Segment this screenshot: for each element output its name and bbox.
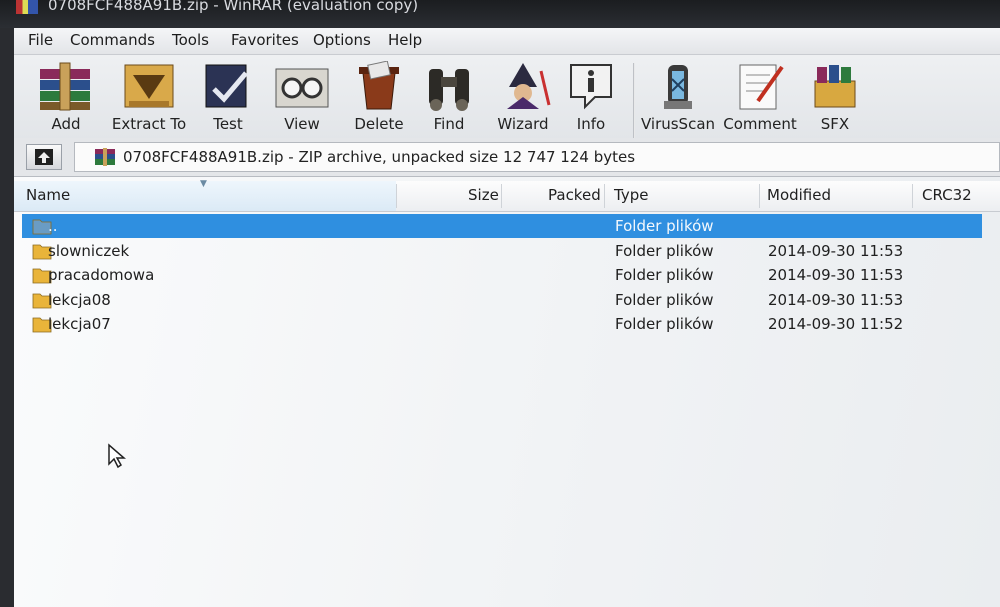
wizard-icon — [507, 63, 551, 109]
extract-to-label: Extract To — [111, 115, 187, 133]
winrar-app-icon — [16, 0, 38, 14]
add-label: Add — [51, 115, 81, 133]
column-divider[interactable] — [759, 184, 760, 208]
test-label: Test — [213, 115, 243, 133]
col-size[interactable]: Size — [468, 186, 499, 204]
virus-scan-icon — [664, 65, 692, 109]
comment-icon — [739, 64, 784, 110]
col-packed[interactable]: Packed — [548, 186, 601, 204]
zip-archive-icon — [95, 148, 115, 166]
address-bar: 0708FCF488A91B.zip - ZIP archive, unpack… — [14, 138, 1000, 177]
info-icon — [570, 64, 612, 110]
menu-bar: File Commands Tools Favorites Options He… — [14, 28, 1000, 55]
row-modified: 2014-09-30 11:52 — [768, 315, 904, 333]
extract-folder-icon — [124, 64, 174, 108]
row-type: Folder plików — [615, 266, 714, 284]
path-field[interactable]: 0708FCF488A91B.zip - ZIP archive, unpack… — [74, 142, 1000, 172]
row-modified: 2014-09-30 11:53 — [768, 291, 904, 309]
info-label: Info — [576, 115, 606, 133]
table-row[interactable]: lekcja07 Folder plików 2014-09-30 11:52 — [22, 312, 982, 336]
comment-label: Comment — [723, 115, 797, 133]
row-type: Folder plików — [615, 291, 714, 309]
path-text: 0708FCF488A91B.zip - ZIP archive, unpack… — [123, 148, 636, 166]
up-folder-button[interactable] — [26, 144, 62, 170]
menu-options[interactable]: Options — [313, 31, 371, 49]
sort-arrow-icon: ▼ — [200, 179, 207, 189]
sfx-icon — [814, 65, 856, 108]
binoculars-icon — [429, 69, 469, 111]
column-divider[interactable] — [501, 184, 502, 208]
mouse-pointer-icon — [108, 443, 127, 469]
row-type: Folder plików — [615, 217, 714, 235]
col-crc32[interactable]: CRC32 — [922, 186, 972, 204]
table-row[interactable]: .. Folder plików — [22, 214, 982, 238]
row-type: Folder plików — [615, 242, 714, 260]
row-name: slowniczek — [48, 242, 130, 260]
menu-commands[interactable]: Commands — [70, 31, 155, 49]
winrar-window: File Commands Tools Favorites Options He… — [14, 28, 1000, 607]
view-label: View — [284, 115, 320, 133]
test-check-icon — [205, 64, 248, 108]
window-title: 0708FCF488A91B.zip - WinRAR (evaluation … — [48, 0, 419, 14]
archive-books-icon — [40, 62, 90, 111]
virus-scan-label: VirusScan — [640, 115, 716, 133]
row-name: pracadomowa — [48, 266, 155, 284]
column-divider[interactable] — [912, 184, 913, 208]
row-name: lekcja07 — [48, 315, 111, 333]
delete-icon — [359, 61, 399, 110]
menu-file[interactable]: File — [28, 31, 53, 49]
menu-tools[interactable]: Tools — [172, 31, 209, 49]
file-list[interactable]: ▼ Name Size Packed Type Modified CRC32 .… — [14, 177, 1000, 607]
table-row[interactable]: lekcja08 Folder plików 2014-09-30 11:53 — [22, 288, 982, 312]
table-row[interactable]: slowniczek Folder plików 2014-09-30 11:53 — [22, 239, 982, 263]
sfx-label: SFX — [820, 115, 850, 133]
column-header: ▼ Name Size Packed Type Modified CRC32 — [14, 179, 1000, 212]
col-type[interactable]: Type — [614, 186, 648, 204]
delete-label: Delete — [354, 115, 404, 133]
table-row[interactable]: pracadomowa Folder plików 2014-09-30 11:53 — [22, 263, 982, 287]
col-modified[interactable]: Modified — [767, 186, 831, 204]
title-bar: 0708FCF488A91B.zip - WinRAR (evaluation … — [0, 0, 1000, 28]
menu-help[interactable]: Help — [388, 31, 422, 49]
row-modified: 2014-09-30 11:53 — [768, 242, 904, 260]
find-label: Find — [433, 115, 465, 133]
wizard-label: Wizard — [497, 115, 549, 133]
column-divider[interactable] — [604, 184, 605, 208]
row-name: .. — [48, 217, 58, 235]
col-name[interactable]: Name — [26, 186, 70, 204]
view-glasses-icon — [275, 68, 329, 108]
menu-favorites[interactable]: Favorites — [231, 31, 299, 49]
row-type: Folder plików — [615, 315, 714, 333]
up-arrow-icon — [35, 149, 53, 165]
column-divider[interactable] — [396, 184, 397, 208]
row-name: lekcja08 — [48, 291, 111, 309]
row-modified: 2014-09-30 11:53 — [768, 266, 904, 284]
